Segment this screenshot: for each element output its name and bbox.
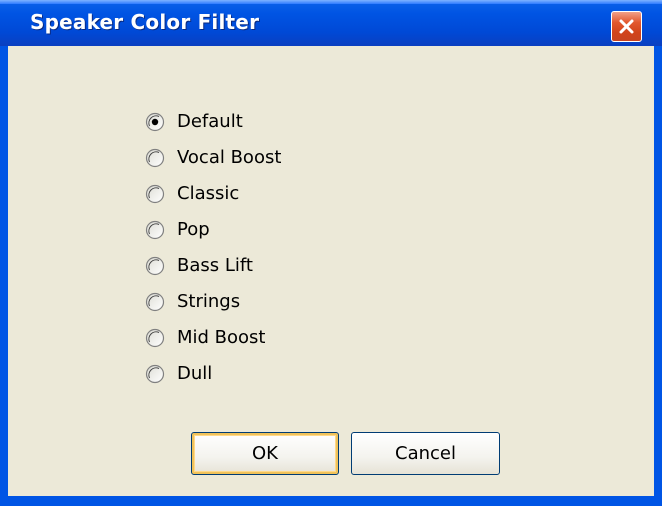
title-bar[interactable]: Speaker Color Filter <box>0 0 662 46</box>
radio-option-mid-boost[interactable]: Mid Boost <box>145 326 345 350</box>
radio-dot <box>151 118 159 126</box>
radio-label: Default <box>177 111 243 132</box>
radio-unchecked-icon[interactable] <box>145 292 165 312</box>
radio-label: Vocal Boost <box>177 147 282 168</box>
radio-unchecked-icon[interactable] <box>145 148 165 168</box>
radio-circle-graphic <box>145 112 165 132</box>
radio-label: Pop <box>177 219 210 240</box>
radio-unchecked-icon[interactable] <box>145 364 165 384</box>
radio-circle-graphic <box>145 220 165 240</box>
radio-option-strings[interactable]: Strings <box>145 290 345 314</box>
radio-circle-graphic <box>145 328 165 348</box>
radio-option-default[interactable]: Default <box>145 110 345 134</box>
close-button[interactable] <box>611 11 642 42</box>
radio-unchecked-icon[interactable] <box>145 184 165 204</box>
radio-checked-icon[interactable] <box>145 112 165 132</box>
radio-circle-graphic <box>145 364 165 384</box>
radio-unchecked-icon[interactable] <box>145 256 165 276</box>
radio-option-bass-lift[interactable]: Bass Lift <box>145 254 345 278</box>
radio-label: Classic <box>177 183 240 204</box>
cancel-button[interactable]: Cancel <box>351 432 500 475</box>
window-title: Speaker Color Filter <box>30 10 260 34</box>
radio-label: Mid Boost <box>177 327 266 348</box>
radio-option-vocal-boost[interactable]: Vocal Boost <box>145 146 345 170</box>
radio-option-pop[interactable]: Pop <box>145 218 345 242</box>
radio-label: Bass Lift <box>177 255 253 276</box>
radio-option-dull[interactable]: Dull <box>145 362 345 386</box>
radio-circle-graphic <box>145 184 165 204</box>
dialog-window: Speaker Color Filter Default Vocal Boost… <box>0 0 662 506</box>
radio-label: Dull <box>177 363 213 384</box>
radio-label: Strings <box>177 291 241 312</box>
radio-circle-graphic <box>145 148 165 168</box>
close-icon <box>619 19 634 34</box>
radio-unchecked-icon[interactable] <box>145 328 165 348</box>
ok-button[interactable]: OK <box>191 432 339 475</box>
radio-circle-graphic <box>145 256 165 276</box>
radio-option-classic[interactable]: Classic <box>145 182 345 206</box>
title-bar-highlight <box>0 0 662 4</box>
radio-circle-graphic <box>145 292 165 312</box>
dialog-body: Default Vocal Boost Classic Pop Bass Lif… <box>8 46 654 496</box>
radio-unchecked-icon[interactable] <box>145 220 165 240</box>
